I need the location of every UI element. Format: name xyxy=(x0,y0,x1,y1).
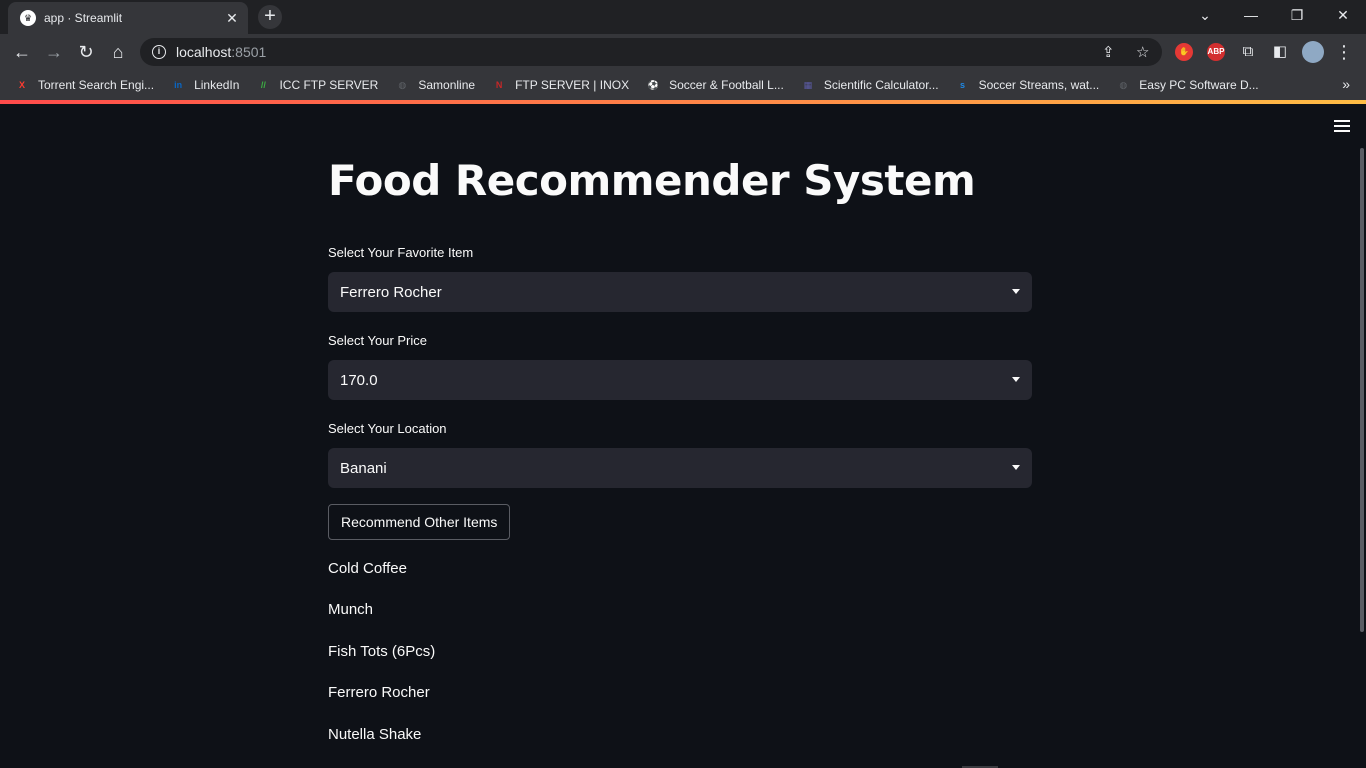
home-icon[interactable]: ⌂ xyxy=(106,40,130,64)
bookmarks-overflow-icon[interactable]: » xyxy=(1342,76,1350,92)
tab-search-icon[interactable]: ⌄ xyxy=(1182,0,1228,30)
back-icon[interactable]: ← xyxy=(10,40,34,64)
address-host: localhost xyxy=(176,44,232,60)
close-window-button[interactable]: ✕ xyxy=(1320,0,1366,30)
bookmark-label: ICC FTP SERVER xyxy=(279,78,379,92)
browser-toolbar: ← → ↻ ⌂ i localhost:8501 ⇪ ☆ ✋ ABP ⧉ ◧ ⋮ xyxy=(0,34,1366,70)
recommendation-list: Cold Coffee Munch Fish Tots (6Pcs) Ferre… xyxy=(328,560,1032,748)
address-port: :8501 xyxy=(231,44,267,60)
bookmark-label: Soccer Streams, wat... xyxy=(978,78,1100,92)
close-tab-icon[interactable]: ✕ xyxy=(224,10,240,27)
bookmark-item[interactable]: ▦ Scientific Calculator... xyxy=(800,77,939,93)
extensions-puzzle-icon[interactable]: ⧉ xyxy=(1236,40,1260,64)
favorite-item-value: Ferrero Rocher xyxy=(340,283,442,301)
bookmarks-bar: X Torrent Search Engi... in LinkedIn // ICC F… xyxy=(0,70,1366,100)
abp-icon[interactable]: ABP xyxy=(1207,43,1225,61)
recommendation-item: Fish Tots (6Pcs) xyxy=(328,643,436,660)
main-menu-icon[interactable] xyxy=(1334,120,1350,134)
favorite-item-select[interactable]: Ferrero Rocher xyxy=(328,272,1032,312)
calculator-icon: ▦ xyxy=(803,80,813,90)
streamlit-favicon-icon: ♛ xyxy=(20,10,36,26)
price-value: 170.0 xyxy=(340,371,378,389)
browser-tab[interactable]: ♛ app · Streamlit ✕ xyxy=(8,2,248,34)
bookmark-label: LinkedIn xyxy=(194,78,240,92)
bookmark-item[interactable]: ◍ Easy PC Software D... xyxy=(1115,77,1258,93)
favorite-item-field: Select Your Favorite Item Ferrero Rocher xyxy=(328,245,1032,312)
streams-icon: s xyxy=(960,80,966,90)
bookmark-label: Easy PC Software D... xyxy=(1139,78,1259,92)
recommendation-item: Munch xyxy=(328,601,374,618)
bookmark-item[interactable]: X Torrent Search Engi... xyxy=(14,77,154,93)
favorite-item-label: Select Your Favorite Item xyxy=(328,245,474,260)
bookmark-item[interactable]: s Soccer Streams, wat... xyxy=(955,77,1100,93)
chevron-down-icon xyxy=(1012,289,1020,294)
recommendation-item: Nutella Shake xyxy=(328,726,422,743)
globe-icon: ◍ xyxy=(398,80,407,90)
bookmark-item[interactable]: in LinkedIn xyxy=(170,77,239,93)
x-logo-icon: X xyxy=(18,80,25,90)
location-select[interactable]: Banani xyxy=(328,448,1032,488)
inox-icon: N xyxy=(495,80,503,90)
forward-icon[interactable]: → xyxy=(42,40,66,64)
icc-icon: // xyxy=(260,80,266,90)
price-field: Select Your Price 170.0 xyxy=(328,333,1032,400)
page-title: Food Recommender System xyxy=(328,156,976,205)
app-view: Food Recommender System Select Your Favo… xyxy=(0,104,1366,768)
menu-dots-icon[interactable]: ⋮ xyxy=(1332,40,1356,64)
location-value: Banani xyxy=(340,459,387,477)
restore-button[interactable]: ❐ xyxy=(1274,0,1320,30)
profile-avatar[interactable] xyxy=(1302,41,1324,63)
bookmark-item[interactable]: ◍ Samonline xyxy=(394,77,475,93)
adblock-icon[interactable]: ✋ xyxy=(1175,43,1193,61)
bookmark-label: Scientific Calculator... xyxy=(823,78,939,92)
bookmark-item[interactable]: // ICC FTP SERVER xyxy=(255,77,378,93)
globe-icon: ◍ xyxy=(1119,80,1128,90)
address-bar[interactable]: i localhost:8501 ⇪ ☆ xyxy=(140,38,1162,66)
bookmark-item[interactable]: ⚽ Soccer & Football L... xyxy=(645,77,784,93)
chevron-down-icon xyxy=(1012,377,1020,382)
minimize-button[interactable]: — xyxy=(1228,0,1274,30)
bookmark-label: Torrent Search Engi... xyxy=(38,78,155,92)
share-icon[interactable]: ⇪ xyxy=(1102,43,1115,61)
recommend-button[interactable]: Recommend Other Items xyxy=(328,504,511,540)
bookmark-star-icon[interactable]: ☆ xyxy=(1136,43,1149,61)
side-panel-icon[interactable]: ◧ xyxy=(1268,40,1292,64)
soccer-icon: ⚽ xyxy=(647,80,659,90)
location-label: Select Your Location xyxy=(328,421,447,436)
recommendation-item: Ferrero Rocher xyxy=(328,684,430,701)
bookmark-label: FTP SERVER | INOX xyxy=(515,78,630,92)
bookmark-label: Samonline xyxy=(418,78,476,92)
linkedin-icon: in xyxy=(174,80,183,90)
bookmark-label: Soccer & Football L... xyxy=(669,78,784,92)
site-info-icon[interactable]: i xyxy=(152,45,166,59)
recommendation-item: Cold Coffee xyxy=(328,560,407,577)
main-block: Food Recommender System Select Your Favo… xyxy=(328,104,1032,748)
reload-icon[interactable]: ↻ xyxy=(74,40,98,64)
price-label: Select Your Price xyxy=(328,333,428,348)
location-field: Select Your Location Banani xyxy=(328,421,1032,488)
scrollbar[interactable] xyxy=(1360,148,1364,632)
new-tab-button[interactable]: + xyxy=(258,5,282,29)
price-select[interactable]: 170.0 xyxy=(328,360,1032,400)
browser-tab-bar: ♛ app · Streamlit ✕ + ⌄ — ❐ ✕ xyxy=(0,0,1366,34)
bookmark-item[interactable]: N FTP SERVER | INOX xyxy=(491,77,629,93)
chevron-down-icon xyxy=(1012,465,1020,470)
tab-title: app · Streamlit xyxy=(44,11,123,25)
